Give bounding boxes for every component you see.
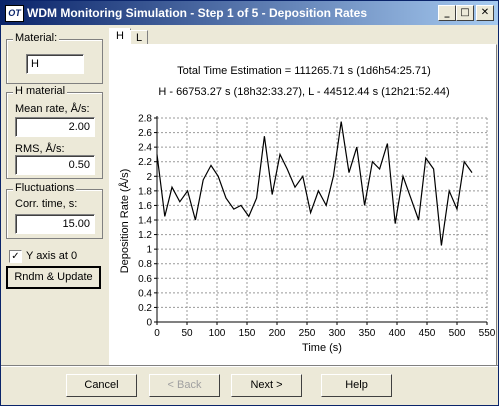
window-title: WDM Monitoring Simulation - Step 1 of 5 … bbox=[27, 6, 367, 20]
corr-time-label: Corr. time, s: bbox=[15, 198, 78, 210]
title-bar[interactable]: OT WDM Monitoring Simulation - Step 1 of… bbox=[1, 1, 498, 25]
minimize-button[interactable]: _ bbox=[438, 5, 456, 21]
y-tick-label: 1 bbox=[146, 245, 152, 256]
x-tick-label: 500 bbox=[449, 328, 466, 339]
corr-time-input[interactable]: 15.00 bbox=[15, 214, 95, 234]
material-group-label: Material: bbox=[13, 32, 60, 44]
next-button[interactable]: Next > bbox=[231, 374, 302, 397]
x-tick-label: 350 bbox=[359, 328, 376, 339]
x-tick-label: 300 bbox=[329, 328, 346, 339]
total-time-text: Total Time Estimation = 111265.71 s (1d6… bbox=[177, 65, 431, 77]
y-axis-ticks: 0 0.2 0.4 0.6 0.8 1 1.2 1.4 1.6 1.8 2 2.2 2.4 2.6 2.8 bbox=[138, 114, 157, 329]
fluctuations-group: Fluctuations Corr. time, s: 15.00 bbox=[6, 182, 103, 239]
wizard-window: OT WDM Monitoring Simulation - Step 1 of… bbox=[0, 0, 499, 406]
help-button[interactable]: Help bbox=[321, 374, 392, 397]
back-button[interactable]: < Back bbox=[149, 374, 220, 397]
chart-grid bbox=[157, 117, 488, 322]
x-tick-label: 250 bbox=[299, 328, 316, 339]
mean-rate-label: Mean rate, Å/s: bbox=[15, 103, 90, 115]
material-group: Material: H bbox=[6, 32, 103, 84]
deposition-rate-line bbox=[156, 121, 473, 246]
y-axis-label: Deposition Rate (Å/s) bbox=[118, 169, 131, 274]
rms-input[interactable]: 0.50 bbox=[15, 155, 95, 175]
x-tick-label: 450 bbox=[419, 328, 436, 339]
y-tick-label: 2.8 bbox=[138, 114, 152, 125]
y-tick-label: 2.2 bbox=[138, 157, 152, 168]
y-tick-label: 0.8 bbox=[138, 259, 152, 270]
y-tick-label: 1.8 bbox=[138, 186, 152, 197]
material-input[interactable]: H bbox=[26, 54, 84, 74]
y-tick-label: 2 bbox=[146, 172, 152, 183]
y-tick-label: 1.4 bbox=[138, 216, 152, 227]
maximize-icon: □ bbox=[460, 7, 470, 18]
rms-label: RMS, Å/s: bbox=[15, 143, 65, 155]
x-tick-label: 50 bbox=[181, 328, 193, 339]
rndm-update-button[interactable]: Rndm & Update bbox=[6, 266, 101, 289]
y-axis-checkbox[interactable]: ✓ bbox=[9, 250, 22, 263]
x-tick-label: 100 bbox=[209, 328, 226, 339]
x-tick-label: 0 bbox=[154, 328, 160, 339]
h-material-group: H material Mean rate, Å/s: 2.00 RMS, Å/s… bbox=[6, 85, 103, 179]
x-tick-label: 200 bbox=[269, 328, 286, 339]
x-axis-ticks: 0 50 100 150 200 250 300 350 400 450 500 550 bbox=[154, 322, 496, 339]
app-icon: OT bbox=[5, 5, 24, 22]
fluctuations-group-label: Fluctuations bbox=[13, 182, 77, 194]
maximize-button[interactable]: □ bbox=[456, 5, 474, 21]
y-axis-checkbox-label[interactable]: Y axis at 0 bbox=[26, 250, 77, 262]
h-material-group-label: H material bbox=[13, 85, 68, 97]
x-axis-label: Time (s) bbox=[302, 342, 342, 354]
y-tick-label: 2.6 bbox=[138, 128, 152, 139]
cancel-button[interactable]: Cancel bbox=[66, 374, 137, 397]
split-time-text: H - 66753.27 s (18h32:33.27), L - 44512.… bbox=[158, 86, 449, 98]
footer-divider bbox=[1, 365, 498, 367]
x-tick-label: 550 bbox=[479, 328, 496, 339]
minimize-icon: _ bbox=[444, 7, 450, 18]
x-tick-label: 400 bbox=[389, 328, 406, 339]
plot-panel: Total Time Estimation = 111265.71 s (1d6… bbox=[109, 44, 497, 367]
checkmark-icon: ✓ bbox=[11, 251, 20, 262]
y-tick-label: 1.2 bbox=[138, 230, 152, 241]
y-tick-label: 1.6 bbox=[138, 201, 152, 212]
y-tick-label: 0.2 bbox=[138, 303, 152, 314]
y-tick-label: 0.6 bbox=[138, 274, 152, 285]
y-tick-label: 0.4 bbox=[138, 288, 152, 299]
close-icon: ✕ bbox=[480, 7, 490, 18]
x-tick-label: 150 bbox=[239, 328, 256, 339]
y-tick-label: 2.4 bbox=[138, 143, 152, 154]
close-button[interactable]: ✕ bbox=[476, 5, 494, 21]
mean-rate-input[interactable]: 2.00 bbox=[15, 117, 95, 137]
y-tick-label: 0 bbox=[146, 318, 152, 329]
deposition-rate-chart: Total Time Estimation = 111265.71 s (1d6… bbox=[118, 65, 496, 354]
